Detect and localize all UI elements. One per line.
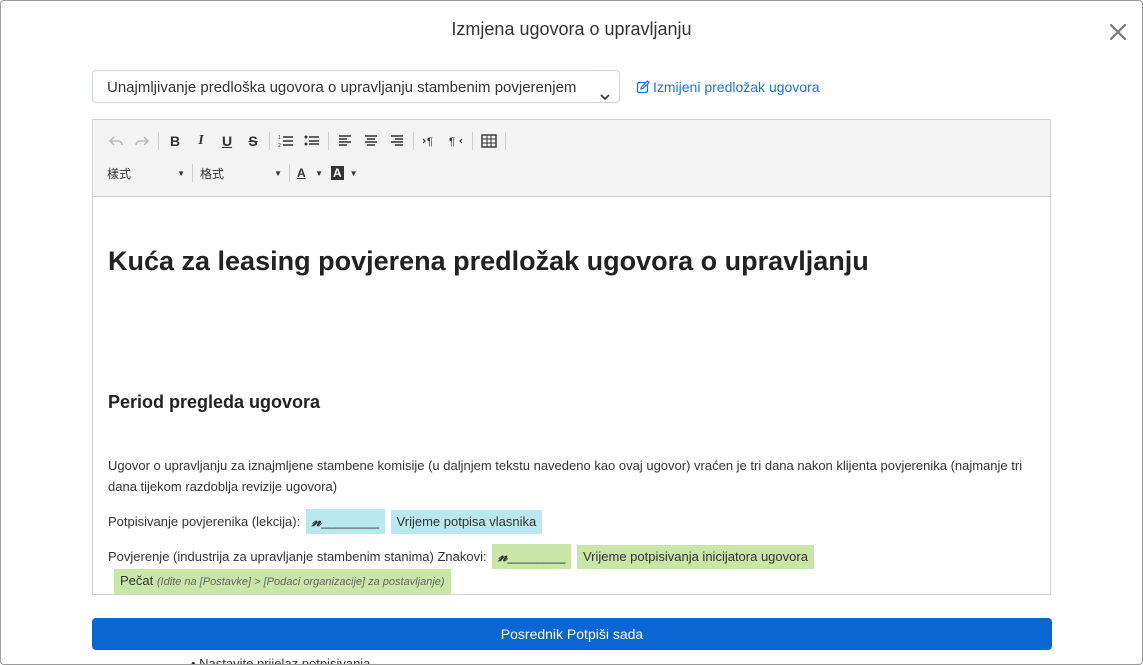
edit-template-label: Izmijeni predložak ugovora — [653, 79, 820, 95]
toolbar-divider — [328, 132, 329, 150]
toolbar-divider — [505, 132, 506, 150]
modal-title: Izmjena ugovora o upravljanju — [451, 19, 692, 39]
format-dropdown[interactable]: 格式 ▼ — [196, 161, 286, 185]
signature-underline: ________ — [321, 514, 379, 529]
template-select[interactable]: Unajmljivanje predloška ugovora o upravl… — [92, 70, 620, 103]
numbered-list-icon[interactable]: 12 — [273, 129, 299, 153]
toolbar-row-2: 樣式 ▼ 格式 ▼ A ▼ A ▼ — [103, 160, 361, 186]
editor-content[interactable]: Kuća za leasing povjerena predložak ugov… — [108, 196, 1040, 594]
toolbar-row-1: B I U S 12 ¶ ¶ — [103, 128, 509, 154]
bulleted-list-icon[interactable] — [299, 129, 325, 153]
seal-label: Pečat — [120, 573, 154, 588]
svg-text:1: 1 — [278, 135, 281, 141]
signature-underline: ________ — [507, 549, 566, 564]
toolbar-divider — [158, 132, 159, 150]
ltr-direction-icon[interactable]: ¶ — [417, 129, 443, 153]
chevron-down-icon — [599, 82, 611, 115]
style-dropdown[interactable]: 樣式 ▼ — [103, 161, 189, 185]
align-right-icon[interactable] — [384, 129, 410, 153]
agent-signature-field[interactable]: 𝓃________ — [492, 544, 572, 569]
toolbar-divider — [192, 164, 193, 182]
svg-text:2: 2 — [278, 143, 281, 148]
sign-now-button[interactable]: Posrednik Potpiši sada — [92, 618, 1052, 650]
undo-icon[interactable] — [103, 129, 129, 153]
rtl-direction-icon[interactable]: ¶ — [443, 129, 469, 153]
caret-down-icon: ▼ — [177, 168, 185, 178]
trustee-signature-field[interactable]: 𝓃________ — [305, 509, 385, 534]
format-dropdown-label: 格式 — [200, 166, 225, 181]
align-left-icon[interactable] — [332, 129, 358, 153]
align-center-icon[interactable] — [358, 129, 384, 153]
trustee-signature-line: Potpisivanje povjerenika (lekcija): 𝓃___… — [108, 509, 543, 534]
signature-icon: 𝓃 — [498, 547, 508, 565]
redo-icon[interactable] — [129, 129, 155, 153]
section-heading: Period pregleda ugovora — [108, 392, 321, 412]
background-page-text: • Nastavite prijelaz potpisivanja — [191, 656, 371, 665]
seal-field[interactable]: Pečat (Idite na [Postavke] > [Podaci org… — [114, 569, 451, 594]
toolbar-divider — [289, 164, 290, 182]
background-color-icon: A — [331, 166, 344, 180]
svg-text:¶: ¶ — [449, 136, 455, 148]
initiator-sign-time-field[interactable]: Vrijeme potpisivanja inicijatora ugovora — [576, 545, 814, 569]
editor-toolbar: B I U S 12 ¶ ¶ 樣式 ▼ 格式 ▼ A ▼ A ▼ — [93, 120, 1050, 197]
edit-icon — [636, 80, 650, 94]
seal-hint: (Idite na [Postavke] > [Podaci organizac… — [156, 576, 445, 588]
table-icon[interactable] — [476, 129, 502, 153]
contract-paragraph: Ugovor o upravljanju za iznajmljene stam… — [108, 458, 1023, 494]
font-color-icon: A — [297, 166, 306, 180]
trustee-signature-label: Potpisivanje povjerenika (lekcija): — [108, 514, 301, 529]
underline-button[interactable]: U — [214, 129, 240, 153]
agent-signature-line: Povjerenje (industrija za upravljanje st… — [108, 544, 1040, 594]
agent-signature-label: Povjerenje (industrija za upravljanje st… — [108, 549, 487, 564]
caret-down-icon: ▼ — [274, 168, 282, 178]
background-color-button[interactable]: A ▼ — [327, 161, 361, 185]
rich-text-editor: B I U S 12 ¶ ¶ 樣式 ▼ 格式 ▼ A ▼ A ▼ Kuća za… — [92, 119, 1051, 595]
toolbar-divider — [269, 132, 270, 150]
edit-template-link[interactable]: Izmijeni predložak ugovora — [636, 79, 820, 95]
strikethrough-button[interactable]: S — [240, 129, 266, 153]
style-dropdown-label: 樣式 — [107, 166, 132, 181]
italic-button[interactable]: I — [188, 129, 214, 153]
font-color-button[interactable]: A ▼ — [293, 161, 327, 185]
caret-down-icon: ▼ — [315, 168, 323, 178]
close-icon[interactable] — [1104, 18, 1132, 46]
document-title: Kuća za leasing povjerena predložak ugov… — [108, 246, 869, 276]
toolbar-divider — [413, 132, 414, 150]
owner-sign-time-field[interactable]: Vrijeme potpisa vlasnika — [390, 510, 543, 534]
template-select-value: Unajmljivanje predloška ugovora o upravl… — [107, 79, 577, 96]
svg-text:¶: ¶ — [427, 136, 433, 148]
edit-contract-modal: Izmjena ugovora o upravljanju Unajmljiva… — [0, 0, 1143, 665]
signature-icon: 𝓃 — [311, 512, 322, 530]
toolbar-divider — [472, 132, 473, 150]
caret-down-icon: ▼ — [349, 168, 358, 178]
bold-button[interactable]: B — [162, 129, 188, 153]
